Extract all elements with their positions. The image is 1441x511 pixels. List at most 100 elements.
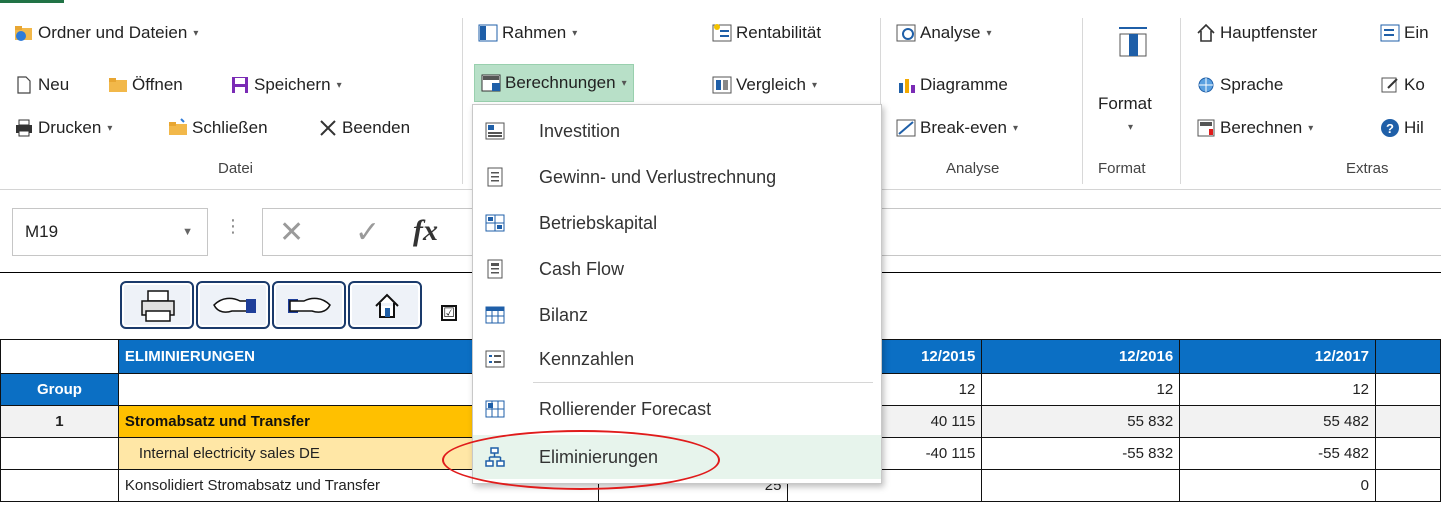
new-document-icon [14,75,34,95]
cancel-formula-icon[interactable]: ✕ [279,215,304,250]
table-cell[interactable] [1375,373,1441,406]
neu-label: Neu [38,75,70,94]
ordner-und-dateien-button[interactable]: Ordner und Dateien ▾ [14,18,198,48]
calculation-sheet-icon [481,73,501,93]
highlight-circle [442,430,720,490]
menu-item-kennzahlen[interactable]: Kennzahlen [473,337,881,381]
schliessen-button[interactable]: Schließen [168,113,268,143]
balance-sheet-icon [485,305,505,325]
name-box[interactable]: M19 ▼ [12,208,208,256]
menu-item-investition[interactable]: Investition [473,109,881,153]
oeffnen-button[interactable]: Öffnen [108,70,183,100]
table-cell[interactable] [1375,405,1441,438]
drucken-button[interactable]: Drucken ▾ [14,113,112,143]
speichern-button[interactable]: Speichern ▾ [230,70,342,100]
globe-icon [1196,75,1216,95]
group-header: Group [0,373,119,406]
berechnen-button[interactable]: Berechnen ▾ [1196,113,1313,143]
ein-label: Ein [1404,23,1429,42]
menu-item-label: Betriebskapital [539,212,658,233]
oeffnen-label: Öffnen [132,75,183,94]
cash-flow-icon [485,259,505,279]
table-cell[interactable] [1375,469,1441,502]
rentabilitaet-button[interactable]: Rentabilität [712,18,821,48]
ein-button[interactable]: Ein [1380,18,1429,48]
period-header: 12/2016 [981,339,1181,374]
beenden-label: Beenden [342,118,411,137]
table-cell[interactable] [0,339,119,374]
key-figures-icon [485,349,505,369]
group-separator [1082,18,1083,184]
table-cell[interactable]: 12 [1179,373,1377,406]
neu-button[interactable]: Neu [14,70,69,100]
help-icon: ? [1380,118,1400,138]
chevron-down-icon[interactable]: ▼ [182,226,193,238]
home-icon [1196,23,1216,43]
chevron-down-icon: ▾ [811,79,817,91]
table-cell[interactable]: 0 [1179,469,1377,502]
chevron-down-icon: ▾ [336,79,342,91]
menu-item-rollierender-forecast[interactable]: Rollierender Forecast [473,387,881,431]
menu-item-cash-flow[interactable]: Cash Flow [473,247,881,291]
chevron-down-icon: ▾ [1012,122,1018,134]
next-button[interactable] [272,281,346,329]
previous-button[interactable] [196,281,270,329]
home-button[interactable] [348,281,422,329]
hand-pointing-right-icon [286,293,334,319]
table-cell[interactable] [0,437,119,470]
ko-label: Ko [1404,75,1425,94]
sprache-button[interactable]: Sprache [1196,70,1283,100]
beenden-button[interactable]: Beenden [318,113,410,143]
menu-item-betriebskapital[interactable]: Betriebskapital [473,201,881,245]
insert-function-icon[interactable]: fx [413,214,438,248]
menu-item-label: Cash Flow [539,258,625,279]
menu-item-gewinn-und-verlustrechnung[interactable]: Gewinn- und Verlustrechnung [473,155,881,199]
calculator-icon [1196,118,1216,138]
table-cell[interactable] [981,469,1181,502]
settings-list-icon [1380,23,1400,43]
table-cell[interactable]: 55 482 [1179,405,1377,438]
format-label: Format [1098,94,1152,113]
home-icon [374,293,400,319]
ko-button[interactable]: Ko [1380,70,1425,100]
group-number[interactable]: 1 [0,405,119,438]
folder-refresh-icon [14,23,34,43]
hauptfenster-button[interactable]: Hauptfenster [1196,18,1317,48]
table-cell[interactable]: 55 832 [981,405,1181,438]
svg-text:?: ? [1386,121,1394,136]
table-cell[interactable] [0,469,119,502]
menu-separator [533,382,873,383]
close-folder-icon [168,118,188,138]
printer-icon [140,289,176,323]
printer-icon [14,118,34,138]
chevron-down-icon: ▾ [107,122,113,134]
diagramme-button[interactable]: Diagramme [896,70,1008,100]
break-even-button[interactable]: Break-even ▾ [896,113,1018,143]
schliessen-label: Schließen [192,118,268,137]
berechnungen-button[interactable]: Berechnungen ▾ [474,64,634,102]
print-button[interactable] [120,281,194,329]
rentabilitaet-label: Rentabilität [736,23,822,42]
frame-table-icon [478,23,498,43]
analyse-button[interactable]: Analyse ▾ [896,18,992,48]
forecast-icon [485,399,505,419]
drucken-label: Drucken [38,118,102,137]
vergleich-button[interactable]: Vergleich ▾ [712,70,817,100]
menu-item-bilanz[interactable]: Bilanz [473,293,881,337]
investment-icon [485,121,505,141]
table-cell[interactable] [1375,437,1441,470]
format-button[interactable]: Format ▾ [1092,18,1172,148]
break-even-icon [896,118,916,138]
table-cell[interactable]: -55 832 [981,437,1181,470]
confirm-formula-icon[interactable]: ✓ [355,215,380,250]
option-checkbox[interactable]: ☑ [441,305,457,321]
group-label-extras: Extras [1346,160,1389,177]
table-cell[interactable]: -55 482 [1179,437,1377,470]
hilfe-button[interactable]: ? Hil [1380,113,1424,143]
rahmen-label: Rahmen [502,23,567,42]
rahmen-button[interactable]: Rahmen ▾ [478,18,577,48]
chevron-down-icon: ▾ [1308,122,1314,134]
group-label-datei: Datei [218,160,254,177]
table-cell[interactable]: 12 [981,373,1181,406]
diagramme-label: Diagramme [920,75,1008,94]
